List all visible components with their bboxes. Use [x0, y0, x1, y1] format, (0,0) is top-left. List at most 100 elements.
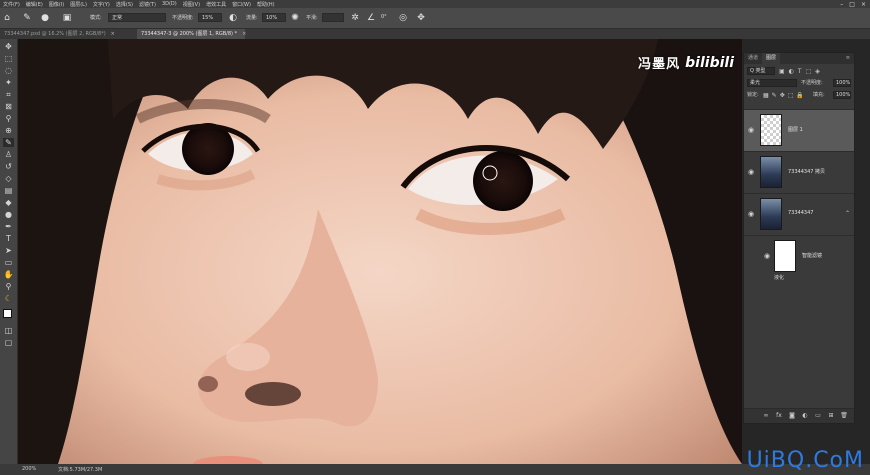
- filter-icons[interactable]: ▣◐T⬚◈: [779, 67, 824, 76]
- layer-row[interactable]: ◉ 73344347 拷贝: [744, 151, 854, 193]
- tab-layers[interactable]: 图层: [762, 53, 781, 64]
- pressure-size-icon[interactable]: ◎: [398, 13, 408, 23]
- menu-bar: 文件(F) 编辑(E) 图像(I) 图层(L) 文字(Y) 选择(S) 滤镜(T…: [0, 0, 870, 8]
- opacity-field[interactable]: 15%: [198, 13, 222, 22]
- zoom-level[interactable]: 200%: [22, 466, 36, 472]
- filter-item-liquify[interactable]: 液化: [774, 274, 784, 281]
- mode-select[interactable]: 正常: [108, 13, 166, 22]
- close-tab-icon[interactable]: ×: [111, 31, 115, 37]
- visibility-eye-icon[interactable]: ◉: [748, 210, 754, 218]
- rectangle-tool-icon[interactable]: ▭: [3, 258, 14, 267]
- menu-image[interactable]: 图像(I): [49, 1, 64, 8]
- pressure-opacity-icon[interactable]: ◐: [228, 13, 238, 23]
- brush-preset-icon[interactable]: ●: [40, 13, 50, 23]
- menu-select[interactable]: 选择(S): [116, 1, 133, 8]
- screen-mode-icon[interactable]: ▢: [3, 338, 14, 347]
- angle-icon: ∠: [366, 13, 376, 23]
- visibility-eye-icon[interactable]: ◉: [748, 168, 754, 176]
- tab-document-2[interactable]: 73344347-3 @ 200% (图层 1, RGB/8) * ×: [137, 29, 246, 39]
- adjustment-layer-icon[interactable]: ◐: [801, 412, 809, 420]
- delete-layer-icon[interactable]: 🗑: [840, 412, 848, 420]
- home-icon[interactable]: ⌂: [2, 13, 12, 23]
- fill-field[interactable]: 100%: [833, 91, 851, 99]
- type-tool-icon[interactable]: T: [3, 234, 14, 243]
- marquee-tool-icon[interactable]: ⬚: [3, 54, 14, 63]
- new-group-icon[interactable]: ▭: [814, 412, 822, 420]
- menu-file[interactable]: 文件(F): [3, 1, 20, 8]
- hand-tool-icon[interactable]: ✋: [3, 270, 14, 279]
- lock-row: 锁定: ▦✎✥⬚🔒 填充: 100%: [747, 91, 851, 100]
- blend-mode-select[interactable]: 柔光: [747, 79, 797, 87]
- status-bar: 200% 文档:5.73M/27.3M: [0, 464, 870, 475]
- tab-channels[interactable]: 通道: [744, 53, 762, 64]
- gradient-tool-icon[interactable]: ▤: [3, 186, 14, 195]
- document-info[interactable]: 文档:5.73M/27.3M: [58, 466, 102, 473]
- eyedropper-tool-icon[interactable]: ⚲: [3, 114, 14, 123]
- foreground-color-swatch[interactable]: [3, 309, 12, 318]
- angle-field[interactable]: 0°: [378, 13, 394, 22]
- layer-name: 图层 1: [788, 127, 803, 133]
- menu-window[interactable]: 窗口(W): [232, 1, 251, 8]
- pen-tool-icon[interactable]: ✒: [3, 222, 14, 231]
- layer-style-icon[interactable]: fx: [775, 412, 783, 420]
- lock-icons[interactable]: ▦✎✥⬚🔒: [763, 91, 807, 100]
- smoothing-field[interactable]: [322, 13, 344, 22]
- history-brush-tool-icon[interactable]: ↺: [3, 162, 14, 171]
- link-layers-icon[interactable]: ∞: [762, 412, 770, 420]
- mode-label: 模式:: [90, 15, 102, 21]
- smart-filter-row[interactable]: ◉ 智能滤镜 液化: [744, 235, 854, 281]
- close-button[interactable]: ×: [861, 1, 866, 8]
- layer-opacity-field[interactable]: 100%: [833, 79, 851, 87]
- dodge-tool-icon[interactable]: ●: [3, 210, 14, 219]
- smart-filter-name: 智能滤镜: [802, 253, 823, 259]
- panel-tabs: 通道 图层 ≡: [744, 53, 854, 64]
- document-canvas[interactable]: 冯墨风 bilibili: [18, 39, 742, 464]
- path-select-tool-icon[interactable]: ➤: [3, 246, 14, 255]
- minimize-button[interactable]: –: [840, 1, 843, 8]
- menu-type[interactable]: 文字(Y): [93, 1, 110, 8]
- menu-layer[interactable]: 图层(L): [70, 1, 87, 8]
- menu-edit[interactable]: 编辑(E): [26, 1, 43, 8]
- layer-row[interactable]: ◉ 图层 1: [744, 109, 854, 151]
- quick-select-tool-icon[interactable]: ✦: [3, 78, 14, 87]
- menu-3d[interactable]: 3D(D): [162, 1, 177, 7]
- zoom-tool-icon[interactable]: ⚲: [3, 282, 14, 291]
- brush-settings-icon[interactable]: ▣: [62, 13, 72, 23]
- airbrush-icon[interactable]: ✺: [290, 13, 300, 23]
- menu-plugins[interactable]: 增效工具: [206, 1, 226, 8]
- new-layer-icon[interactable]: ⊞: [827, 412, 835, 420]
- menu-help[interactable]: 帮助(H): [257, 1, 275, 8]
- move-tool-icon[interactable]: ✥: [3, 42, 14, 51]
- quick-mask-icon[interactable]: ◫: [3, 326, 14, 335]
- layer-thumbnail: [760, 198, 782, 230]
- brush-tool-icon[interactable]: ✎: [3, 138, 14, 147]
- smart-filter-toggle-icon[interactable]: ⌃: [845, 210, 850, 217]
- layer-kind-filter[interactable]: Q 类型: [747, 67, 775, 75]
- smoothing-settings-icon[interactable]: ✲: [350, 13, 360, 23]
- lasso-tool-icon[interactable]: ◌: [3, 66, 14, 75]
- photo-closeup-face: [18, 39, 742, 464]
- crop-tool-icon[interactable]: ⌗: [3, 90, 14, 99]
- edit-toolbar-icon[interactable]: ☾: [3, 294, 14, 303]
- layer-row[interactable]: ◉ 73344347 ⌃: [744, 193, 854, 235]
- brush-tool-icon[interactable]: ✎: [22, 13, 32, 23]
- tab-document-1[interactable]: 7334434​7.psd @ 16.2% (图层 2, RGB/8*) ×: [0, 29, 136, 39]
- visibility-eye-icon[interactable]: ◉: [764, 252, 770, 260]
- blur-tool-icon[interactable]: ◆: [3, 198, 14, 207]
- clone-stamp-tool-icon[interactable]: ♙: [3, 150, 14, 159]
- tab-label: 7334434​7.psd @ 16.2% (图层 2, RGB/8*): [4, 31, 106, 37]
- menu-view[interactable]: 视图(V): [183, 1, 200, 8]
- close-tab-icon[interactable]: ×: [242, 31, 246, 37]
- flow-field[interactable]: 10%: [262, 13, 286, 22]
- visibility-eye-icon[interactable]: ◉: [748, 126, 754, 134]
- eraser-tool-icon[interactable]: ◇: [3, 174, 14, 183]
- frame-tool-icon[interactable]: ⊠: [3, 102, 14, 111]
- add-mask-icon[interactable]: ◙: [788, 412, 796, 420]
- menu-filter[interactable]: 滤镜(T): [139, 1, 156, 8]
- document-tabs: 7334434​7.psd @ 16.2% (图层 2, RGB/8*) × 73…: [0, 29, 870, 39]
- panel-menu-icon[interactable]: ≡: [842, 53, 854, 64]
- symmetry-icon[interactable]: ✥: [416, 13, 426, 23]
- healing-brush-tool-icon[interactable]: ⊕: [3, 126, 14, 135]
- maximize-button[interactable]: □: [849, 1, 855, 8]
- site-watermark: UiBQ.CoM: [746, 448, 864, 473]
